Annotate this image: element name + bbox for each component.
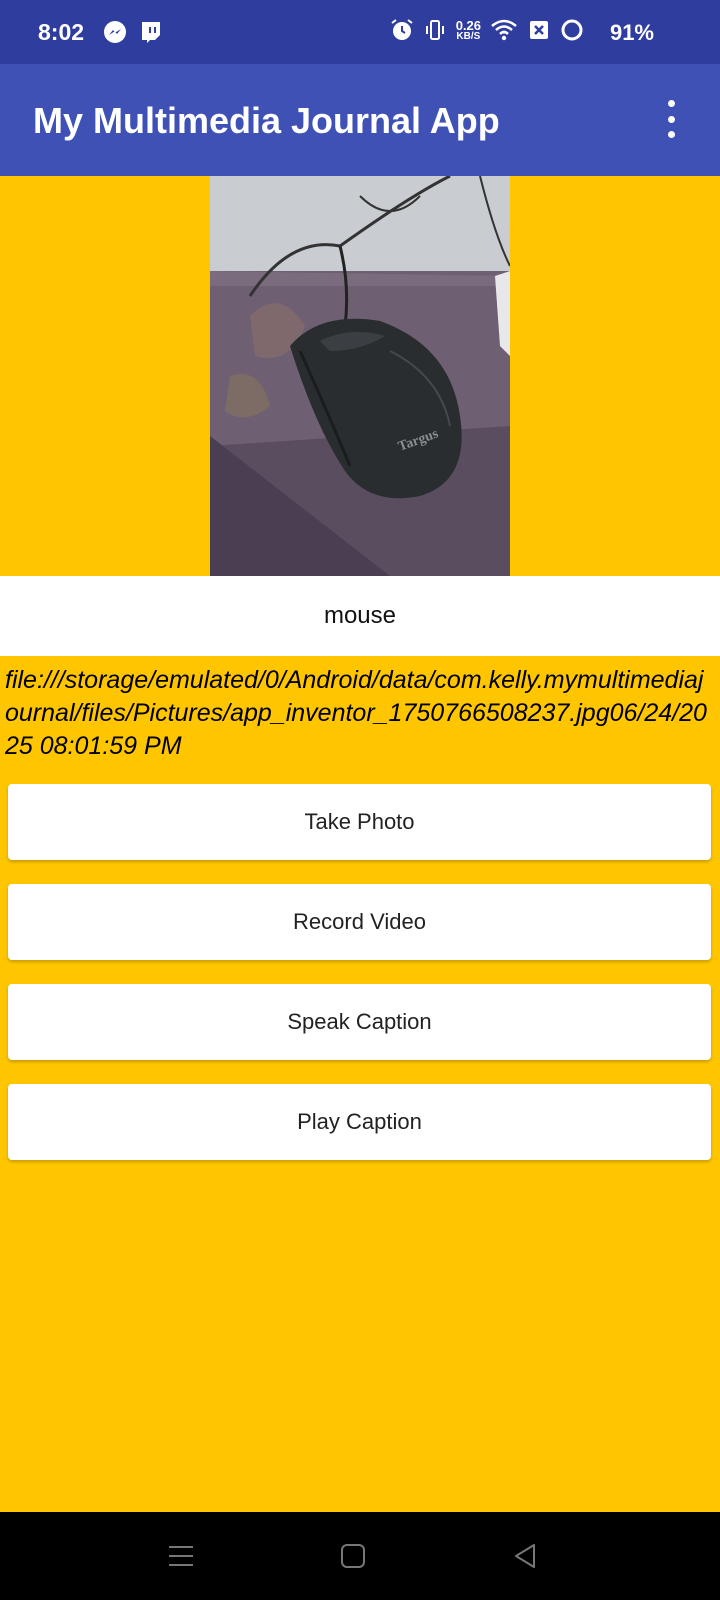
- twitch-icon: [142, 22, 160, 43]
- overflow-menu-icon[interactable]: [662, 100, 680, 138]
- navigation-bar: [0, 1512, 720, 1600]
- net-speed-value: 0.26: [455, 17, 481, 33]
- home-icon[interactable]: [339, 1542, 367, 1570]
- sim-icon: [530, 21, 548, 39]
- status-bar: 8:02 0.26 KB/S 91%: [0, 0, 720, 64]
- captured-photo: Targus: [210, 176, 510, 576]
- network-speed: 0.26 KB/S: [456, 19, 481, 42]
- photo-area: Targus: [0, 176, 720, 576]
- status-icons: 0.26 KB/S: [390, 18, 584, 42]
- vibrate-icon: [425, 20, 444, 40]
- notification-icons: [103, 20, 163, 46]
- back-icon[interactable]: [511, 1542, 539, 1570]
- wifi-icon: [491, 19, 517, 41]
- take-photo-button[interactable]: Take Photo: [8, 784, 711, 860]
- recents-icon[interactable]: [167, 1542, 195, 1570]
- battery-icon: [561, 19, 583, 41]
- app-title: My Multimedia Journal App: [33, 100, 500, 141]
- speak-caption-button[interactable]: Speak Caption: [8, 984, 711, 1060]
- alarm-icon: [391, 19, 413, 40]
- net-speed-unit: KB/S: [456, 30, 481, 42]
- messenger-icon: [104, 21, 126, 43]
- battery-percent: 91%: [609, 20, 654, 45]
- file-path-label: file:///storage/emulated/0/Android/data/…: [5, 666, 707, 760]
- record-video-button[interactable]: Record Video: [8, 884, 711, 960]
- caption-text: mouse: [0, 576, 720, 656]
- status-time: 8:02: [38, 19, 85, 45]
- play-caption-button[interactable]: Play Caption: [8, 1084, 711, 1160]
- app-bar: My Multimedia Journal App: [0, 64, 720, 176]
